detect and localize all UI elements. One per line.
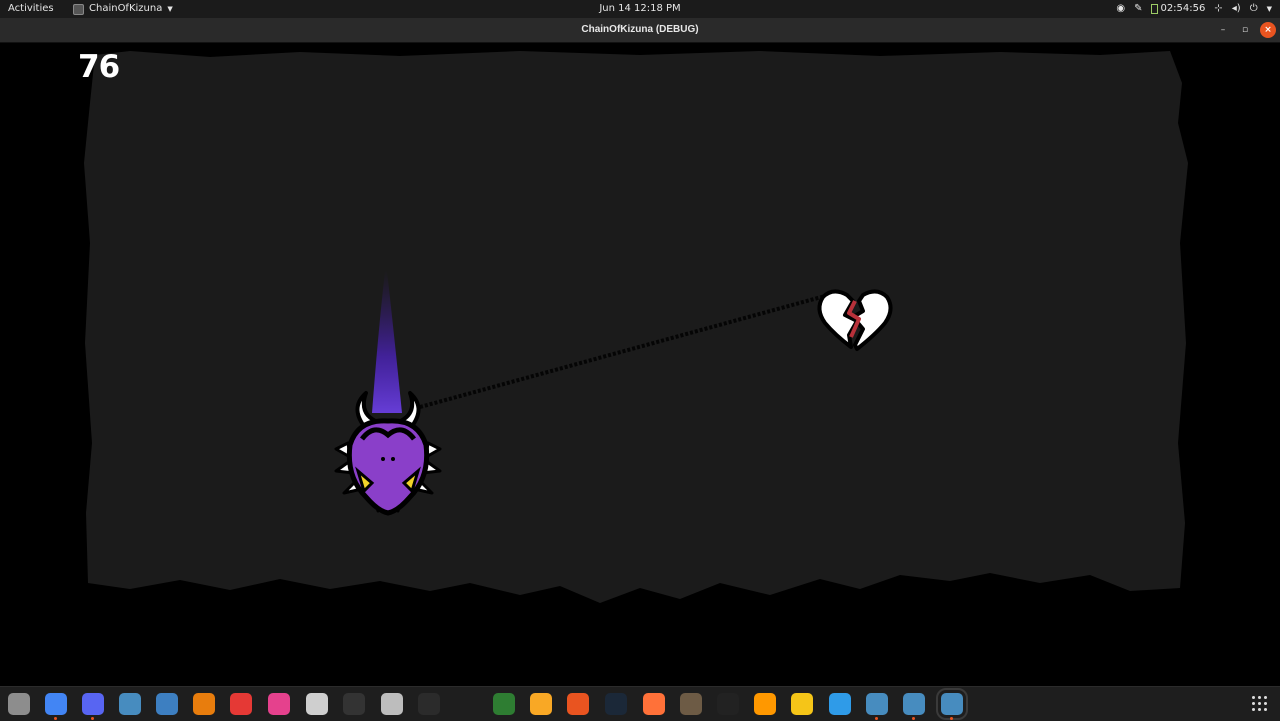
dotnet-icon[interactable]	[829, 693, 851, 715]
sublime-icon[interactable]	[754, 693, 776, 715]
files-icon[interactable]	[8, 693, 30, 715]
show-applications-button[interactable]	[1252, 696, 1268, 712]
chevron-down-icon: ▼	[167, 5, 173, 13]
software-icon[interactable]	[567, 693, 589, 715]
steam-icon[interactable]	[605, 693, 627, 715]
chevron-down-icon[interactable]: ▼	[1267, 0, 1272, 18]
app-menu[interactable]: ChainOfKizuna ▼	[73, 0, 173, 18]
network-icon[interactable]: ⊹	[1214, 0, 1222, 18]
dock	[0, 686, 1280, 721]
close-button[interactable]: ×	[1260, 22, 1276, 38]
gimp-icon[interactable]	[680, 693, 702, 715]
activities-button[interactable]: Activities	[8, 0, 54, 18]
audio-icon[interactable]	[493, 693, 515, 715]
headphones-icon[interactable]	[230, 693, 252, 715]
top-bar: Activities ChainOfKizuna ▼ Jun 14 12:18 …	[0, 0, 1280, 18]
timer-indicator[interactable]: 02:54:56	[1151, 0, 1205, 18]
game-viewport[interactable]: 76	[0, 43, 1280, 686]
vscode-icon[interactable]	[791, 693, 813, 715]
window-title: ChainOfKizuna (DEBUG)	[581, 24, 699, 35]
pen-tablet-icon[interactable]: ✎	[1134, 0, 1142, 18]
godot-1-icon[interactable]	[866, 693, 888, 720]
minimize-button[interactable]: –	[1215, 22, 1231, 38]
game-arena	[84, 51, 1188, 603]
power-icon[interactable]: ⏻	[1250, 0, 1258, 18]
godot-icon[interactable]	[119, 693, 141, 715]
timer-label: 02:54:56	[1160, 3, 1206, 14]
system-tray[interactable]: ◉ ✎ 02:54:56 ⊹ ◂) ⏻ ▼	[1116, 0, 1272, 18]
arena-floor	[84, 51, 1188, 603]
rhythmbox-icon[interactable]	[530, 693, 552, 715]
score-counter: 76	[78, 49, 120, 85]
maximize-button[interactable]: ▫	[1237, 22, 1253, 38]
app-icon	[73, 3, 84, 15]
godot-alt-icon[interactable]	[156, 693, 178, 715]
chrome-icon[interactable]	[45, 693, 67, 720]
krita-icon[interactable]	[268, 693, 290, 715]
window-titlebar[interactable]: ChainOfKizuna (DEBUG) – ▫ ×	[0, 18, 1280, 43]
discord-tray-icon[interactable]: ◉	[1116, 0, 1125, 18]
clock[interactable]: Jun 14 12:18 PM	[0, 0, 1280, 18]
app-menu-label: ChainOfKizuna	[89, 3, 163, 14]
firefox-icon[interactable]	[643, 693, 665, 715]
screenshot-icon[interactable]	[381, 693, 403, 715]
battery-icon	[1151, 4, 1159, 14]
obs-icon[interactable]	[418, 693, 440, 715]
twitch-icon[interactable]	[306, 693, 328, 715]
godot-2-icon[interactable]	[903, 693, 925, 720]
unity-icon[interactable]	[717, 693, 739, 715]
discord-icon[interactable]	[82, 693, 104, 720]
volume-icon[interactable]: ◂)	[1232, 0, 1241, 18]
blender-icon[interactable]	[193, 693, 215, 715]
godot-3-icon[interactable]	[936, 688, 968, 720]
inkscape-icon[interactable]	[343, 693, 365, 715]
